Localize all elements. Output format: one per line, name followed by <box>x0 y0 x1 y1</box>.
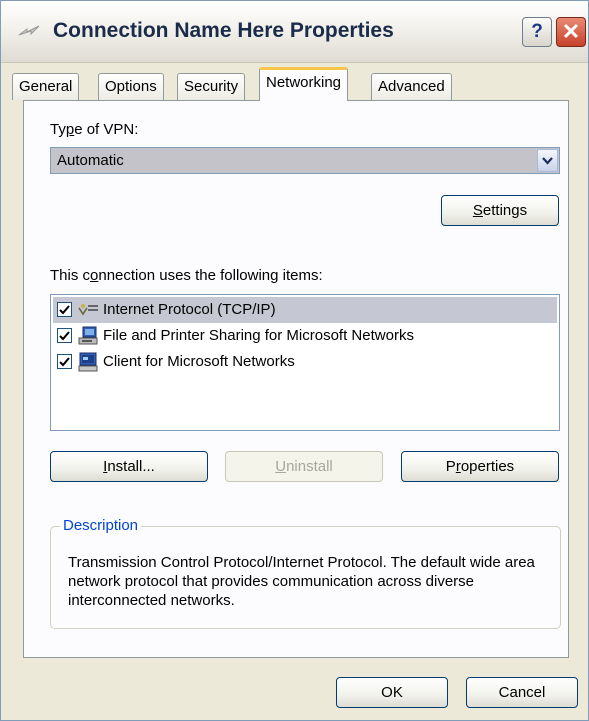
tab-general[interactable]: General <box>12 73 80 100</box>
title-bar[interactable]: Connection Name Here Properties ? ✕ <box>1 1 588 63</box>
uninstall-button[interactable]: Uninstall <box>225 451 383 482</box>
tab-security[interactable]: Security <box>177 73 246 100</box>
chevron-down-icon[interactable] <box>537 149 558 172</box>
list-item[interactable]: File and Printer Sharing for Microsoft N… <box>53 323 557 349</box>
tab-networking[interactable]: Networking <box>259 67 349 101</box>
checkbox[interactable] <box>57 328 72 343</box>
network-service-icon <box>77 326 99 346</box>
vpn-type-value: Automatic <box>57 152 124 169</box>
list-item[interactable]: Internet Protocol (TCP/IP) <box>53 297 557 323</box>
window-title: Connection Name Here Properties <box>53 19 394 42</box>
description-title: Description <box>60 517 142 534</box>
properties-button[interactable]: Pr operties <box>401 451 559 482</box>
checkbox[interactable] <box>57 302 72 317</box>
vpn-type-label: Type of VPN: <box>50 121 139 138</box>
checkbox[interactable] <box>57 354 72 369</box>
help-button[interactable]: ? <box>522 17 552 47</box>
tab-advanced[interactable]: Advanced <box>371 73 452 100</box>
install-button[interactable]: Install... <box>50 451 208 482</box>
items-label: This connection uses the following items… <box>50 267 323 284</box>
vpn-type-select[interactable]: Automatic <box>50 147 560 174</box>
close-button[interactable]: ✕ <box>556 17 586 47</box>
item-label: Internet Protocol (TCP/IP) <box>103 301 276 318</box>
network-client-icon <box>77 352 99 372</box>
item-label: File and Printer Sharing for Microsoft N… <box>103 327 414 344</box>
help-icon: ? <box>531 21 543 42</box>
cancel-button[interactable]: Cancel <box>466 677 578 708</box>
properties-dialog: Connection Name Here Properties ? ✕ Gene… <box>0 0 589 721</box>
item-label: Client for Microsoft Networks <box>103 353 295 370</box>
network-protocol-icon <box>77 300 99 320</box>
description-text: Transmission Control Protocol/Internet P… <box>68 554 535 609</box>
networking-panel: Type of VPN: Automatic Settings This con… <box>23 100 569 658</box>
settings-button[interactable]: Settings <box>441 195 559 226</box>
tab-options[interactable]: Options <box>98 73 164 100</box>
description-group: Description Transmission Control Protoco… <box>50 517 561 629</box>
ok-button[interactable]: OK <box>336 677 448 708</box>
connection-icon <box>17 23 41 41</box>
list-item[interactable]: Client for Microsoft Networks <box>53 349 557 375</box>
close-icon: ✕ <box>561 19 581 44</box>
components-list[interactable]: Internet Protocol (TCP/IP) File and Prin… <box>50 294 560 431</box>
